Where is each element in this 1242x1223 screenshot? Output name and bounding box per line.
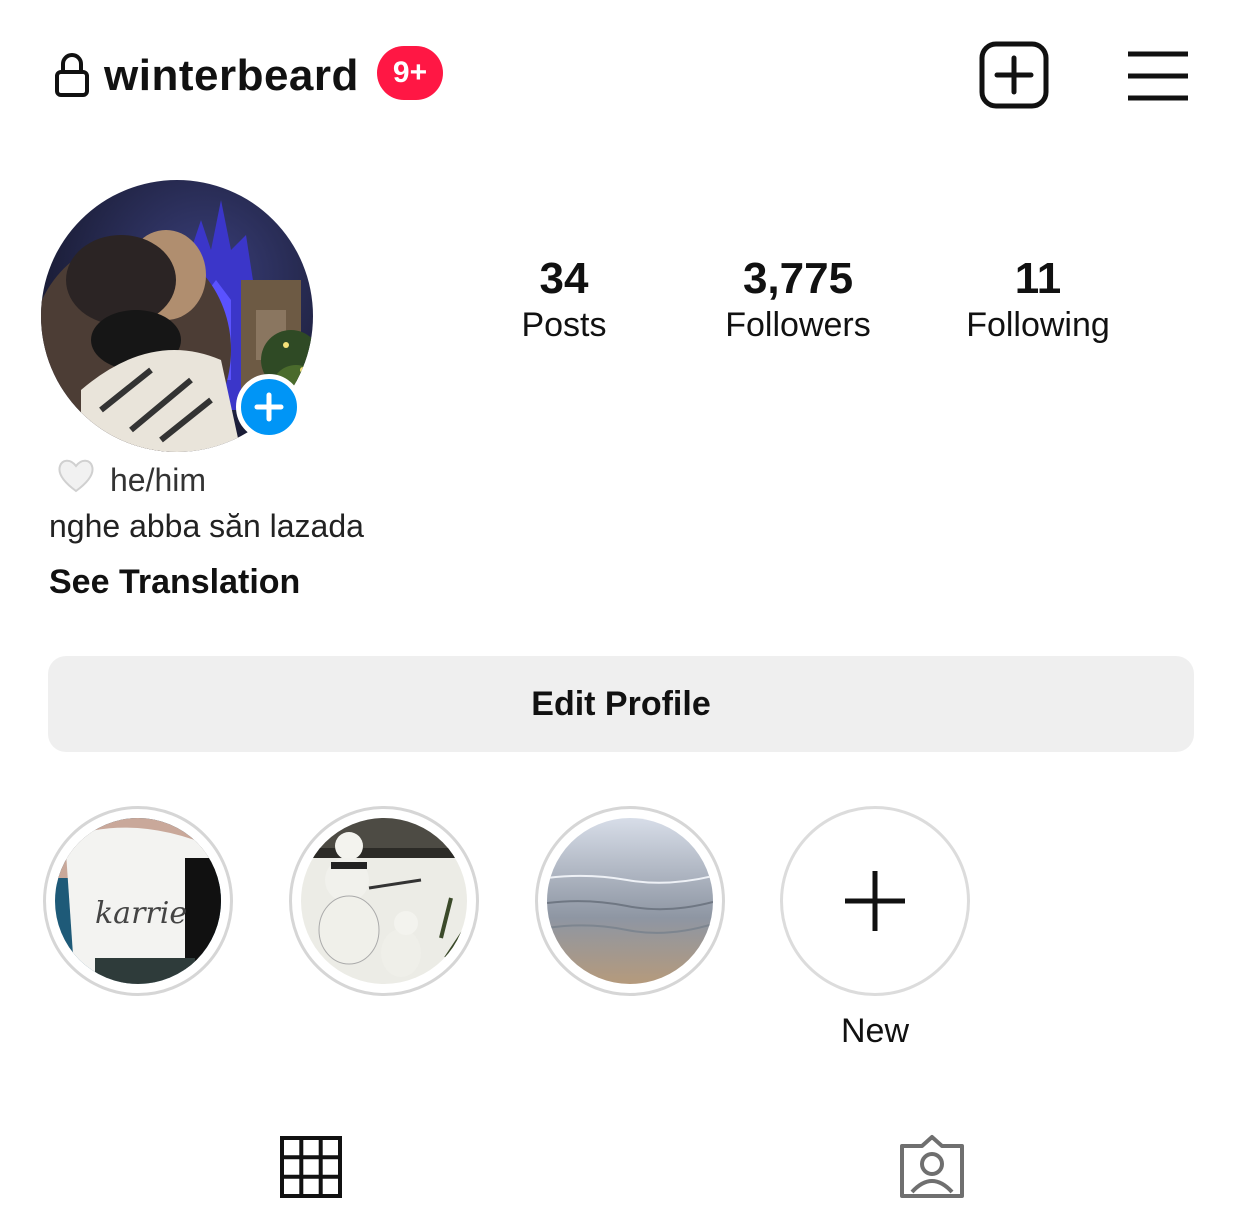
- see-translation-link[interactable]: See Translation: [49, 560, 300, 604]
- svg-text:karrie: karrie: [95, 896, 187, 931]
- posts-value: 34: [539, 254, 589, 303]
- posts-label: Posts: [521, 306, 607, 344]
- highlight-item[interactable]: [535, 806, 725, 996]
- new-post-icon[interactable]: [978, 40, 1050, 110]
- highlight-water-image: [547, 818, 713, 984]
- new-highlight-button[interactable]: [780, 806, 970, 996]
- plus-icon: [254, 392, 284, 422]
- followers-value: 3,775: [742, 254, 854, 303]
- posts-count[interactable]: 34 Posts: [484, 254, 644, 346]
- highlight-item[interactable]: [289, 806, 479, 996]
- highlight-cup-image: karrie: [55, 818, 221, 984]
- tagged-icon[interactable]: [898, 1134, 966, 1200]
- bio-text: nghe abba săn lazada: [49, 508, 364, 544]
- username-title[interactable]: winterbeard: [104, 50, 359, 102]
- highlight-item[interactable]: karrie: [43, 806, 233, 996]
- white-heart-icon: [58, 459, 94, 493]
- followers-count[interactable]: 3,775 Followers: [700, 254, 896, 346]
- pronouns: he/him: [110, 462, 207, 498]
- grid-icon[interactable]: [280, 1136, 342, 1198]
- add-story-button[interactable]: [236, 374, 302, 440]
- plus-icon: [845, 871, 905, 931]
- notification-badge[interactable]: 9+: [377, 46, 443, 100]
- edit-profile-button[interactable]: Edit Profile: [48, 656, 1194, 752]
- following-label: Following: [966, 306, 1110, 344]
- following-count[interactable]: 11 Following: [940, 254, 1136, 346]
- new-highlight-label: New: [840, 1012, 910, 1050]
- following-value: 11: [1014, 254, 1062, 303]
- lock-icon: [55, 53, 89, 97]
- menu-icon[interactable]: [1126, 50, 1190, 102]
- followers-label: Followers: [725, 306, 871, 344]
- highlight-snowman-image: [301, 818, 467, 984]
